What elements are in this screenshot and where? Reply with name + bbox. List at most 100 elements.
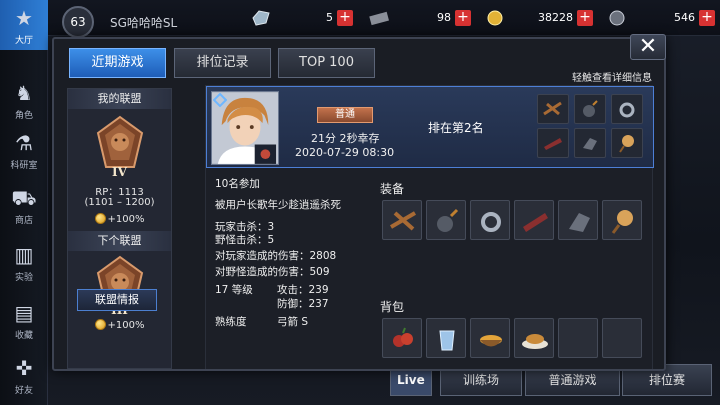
gamepad-icon: ✜ bbox=[15, 356, 33, 380]
sidebar-item-label: 实验 bbox=[14, 273, 33, 283]
gold-coin-icon bbox=[94, 319, 106, 330]
sidebar-item-character[interactable]: ♞ 角色 bbox=[0, 75, 48, 125]
books-icon: ▥ bbox=[14, 243, 34, 267]
add-ticket-button[interactable]: + bbox=[455, 10, 471, 26]
close-button[interactable]: ✕ bbox=[630, 34, 666, 60]
pendant-icon bbox=[619, 135, 634, 153]
sidebar-item-shop[interactable]: ⛟ 商店 bbox=[0, 180, 48, 230]
next-league-title: 下个联盟 bbox=[68, 231, 171, 251]
sidebar-item-label: 商店 bbox=[14, 216, 33, 226]
killed-by: 被用户长歌年少趁逍遥杀死 bbox=[215, 199, 341, 211]
sidebar-item-lobby[interactable]: ★ 大厅 bbox=[0, 0, 48, 50]
equip-slot-pendant[interactable] bbox=[602, 200, 642, 240]
star-icon: ★ bbox=[15, 6, 33, 30]
sidebar-item-experiment[interactable]: ▥ 实验 bbox=[0, 237, 48, 287]
monster-damage: 对野怪造成的伤害：509 bbox=[215, 266, 330, 278]
sidebar-item-label: 好友 bbox=[14, 386, 33, 396]
bag-slot-glass[interactable] bbox=[426, 318, 466, 358]
ring-icon bbox=[481, 212, 501, 232]
gauntlet-icon bbox=[569, 213, 590, 232]
add-diamond-button[interactable]: + bbox=[337, 10, 353, 26]
mini-slot-armor bbox=[537, 128, 569, 158]
sidebar-item-collection[interactable]: ▤ 收藏 bbox=[0, 295, 48, 345]
diamond-amount: 5 bbox=[326, 11, 333, 24]
rp-value: RP：1113 bbox=[95, 187, 144, 198]
bread-plate-icon bbox=[522, 334, 548, 349]
sidebar-item-label: 科研室 bbox=[10, 161, 38, 171]
sidebar-item-label: 角色 bbox=[14, 111, 33, 121]
tab-recent-games[interactable]: 近期游戏 bbox=[69, 48, 166, 78]
armor-icon bbox=[523, 213, 548, 232]
my-league-title: 我的联盟 bbox=[68, 89, 171, 109]
character-icon: ♞ bbox=[15, 81, 33, 105]
crossbow-icon bbox=[543, 101, 562, 116]
player-name[interactable]: SG哈哈哈SL bbox=[110, 14, 177, 31]
glass-icon bbox=[439, 330, 455, 351]
my-league-bonus: +100% bbox=[68, 213, 171, 225]
diamond-icon bbox=[252, 10, 270, 26]
bag-slot-empty[interactable] bbox=[602, 318, 642, 358]
mini-slot-ring bbox=[611, 94, 643, 124]
match-summary: 普通 21分 2秒幸存 2020-07-29 08:30 排在第2名 bbox=[206, 86, 654, 168]
proficiency-value: 弓箭 S bbox=[277, 316, 309, 328]
league-info-button[interactable]: 联盟情报 bbox=[77, 289, 157, 311]
gauntlet-icon bbox=[583, 138, 597, 150]
equip-slot-gauntlet[interactable] bbox=[558, 200, 598, 240]
league-badge-icon bbox=[96, 115, 144, 168]
bag-slot-noodle-bowl[interactable] bbox=[470, 318, 510, 358]
crossbow-icon bbox=[389, 211, 417, 231]
bp-resource: 546 + bbox=[607, 9, 717, 27]
bag-slot-empty[interactable] bbox=[558, 318, 598, 358]
ring-icon bbox=[619, 102, 635, 118]
add-bp-button[interactable]: + bbox=[699, 10, 715, 26]
sidebar-item-label: 收藏 bbox=[14, 331, 33, 341]
defense: 防御：237 bbox=[277, 298, 329, 310]
cart-icon: ⛟ bbox=[11, 186, 37, 210]
mini-slot-crossbow bbox=[537, 94, 569, 124]
equip-slot-ring[interactable] bbox=[470, 200, 510, 240]
participants: 10名参加 bbox=[215, 178, 260, 190]
armor-icon bbox=[544, 138, 562, 150]
level: 17 等级 bbox=[215, 284, 253, 296]
match-datetime: 2020-07-29 08:30 bbox=[295, 146, 395, 159]
player-damage: 对玩家造成的伤害：2808 bbox=[215, 250, 337, 262]
my-league-rank: IV bbox=[112, 165, 127, 179]
bag-slot-bread-plate[interactable] bbox=[514, 318, 554, 358]
bag-title: 背包 bbox=[380, 300, 405, 314]
league-panel: 我的联盟 IV RP：1113 (1101 – 1200) +100% 下个联盟… bbox=[67, 88, 172, 369]
bp-amount: 546 bbox=[674, 11, 695, 24]
equipment-title: 装备 bbox=[380, 182, 405, 196]
attack: 攻击：239 bbox=[277, 284, 329, 296]
game-mode-tag: 普通 bbox=[317, 107, 373, 123]
next-league-bonus: +100% bbox=[68, 319, 171, 331]
pendant-icon bbox=[611, 210, 633, 234]
tap-for-details-hint: 轻触查看详细信息 bbox=[572, 73, 652, 84]
gold-coin-icon bbox=[94, 213, 106, 224]
survival-time: 21分 2秒幸存 bbox=[311, 132, 380, 145]
tab-ranked-records[interactable]: 排位记录 bbox=[174, 48, 271, 78]
mini-slot-bomb bbox=[574, 94, 606, 124]
equip-slot-armor[interactable] bbox=[514, 200, 554, 240]
gold-amount: 38228 bbox=[538, 11, 573, 24]
flask-icon: ⚗ bbox=[15, 131, 33, 155]
bomb-icon bbox=[583, 100, 598, 117]
ticket-amount: 98 bbox=[437, 11, 451, 24]
ticket-icon bbox=[369, 11, 389, 26]
player-level-badge[interactable]: 63 bbox=[62, 6, 94, 38]
rp-range: (1101 – 1200) bbox=[84, 197, 155, 208]
bomb-icon bbox=[437, 208, 459, 232]
mini-slot-gauntlet bbox=[574, 128, 606, 158]
proficiency-label: 熟练度 bbox=[215, 316, 247, 328]
sidebar-item-friends[interactable]: ✜ 好友 bbox=[0, 350, 48, 400]
mini-slot-pendant bbox=[611, 128, 643, 158]
equip-slot-crossbow[interactable] bbox=[382, 200, 422, 240]
sidebar-item-label: 大厅 bbox=[14, 36, 33, 46]
sidebar-item-lab[interactable]: ⚗ 科研室 bbox=[0, 125, 48, 175]
equip-slot-bomb[interactable] bbox=[426, 200, 466, 240]
tab-top-100[interactable]: TOP 100 bbox=[278, 48, 375, 78]
match-record-card[interactable]: 普通 21分 2秒幸存 2020-07-29 08:30 排在第2名 10名参加… bbox=[205, 85, 654, 369]
bag-slot-berry[interactable] bbox=[382, 318, 422, 358]
ticket-resource: 98 + bbox=[368, 9, 473, 27]
gold-coin-icon bbox=[487, 10, 503, 26]
add-gold-button[interactable]: + bbox=[577, 10, 593, 26]
